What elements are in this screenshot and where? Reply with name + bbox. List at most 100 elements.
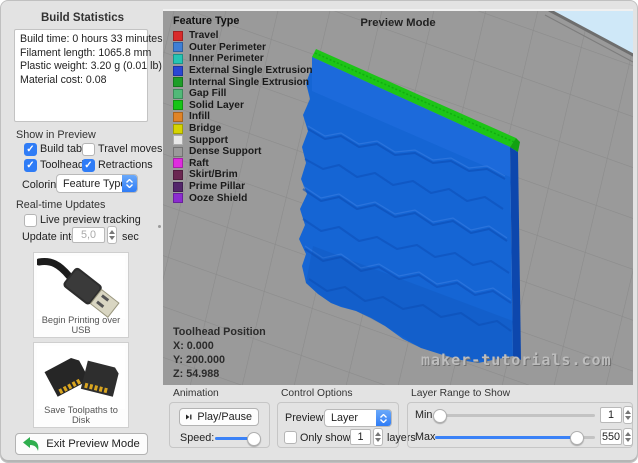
toolhead-y: Y: 200.000 — [173, 353, 266, 367]
save-toolpaths-disk-label: Save Toolpaths to Disk — [34, 405, 128, 425]
feature-type-legend: Feature Type Travel Outer Perimeter Inne… — [173, 15, 312, 204]
dropdown-chevrons-icon — [122, 175, 137, 192]
legend-swatch — [173, 170, 183, 180]
legend-item: Prime Pillar — [173, 181, 312, 193]
usb-cable-image — [37, 256, 125, 319]
checkbox-travel-moves[interactable]: ✓ — [82, 143, 95, 156]
stepper-down-icon — [625, 438, 631, 442]
exit-preview-mode-label: Exit Preview Mode — [46, 438, 140, 450]
begin-printing-usb-label: Begin Printing over USB — [34, 315, 128, 335]
bottom-bar: Animation Play/Pause Speed: Control Opti… — [163, 388, 635, 456]
legend-item: Dense Support — [173, 146, 312, 158]
legend-swatch — [173, 66, 183, 76]
stepper-up-icon — [375, 432, 381, 436]
legend-swatch — [173, 100, 183, 110]
exit-preview-mode-button[interactable]: Exit Preview Mode — [15, 433, 148, 455]
exit-arrow-icon — [23, 437, 40, 452]
build-statistics-title: Build Statistics — [9, 12, 156, 24]
sd-cards-image — [37, 346, 125, 409]
update-interval-field[interactable]: 5,0 — [72, 227, 105, 243]
save-toolpaths-disk-button[interactable]: Save Toolpaths to Disk — [33, 342, 129, 428]
stat-build-time: Build time: 0 hours 33 minutes — [20, 33, 142, 47]
only-show-label: Only show — [300, 432, 350, 444]
max-label: Max — [415, 431, 435, 443]
legend-swatch — [173, 147, 183, 157]
preview-by-dropdown[interactable]: Layer — [324, 409, 392, 427]
panel-splitter[interactable] — [156, 9, 163, 458]
checkbox-toolhead-label: Toolhead — [40, 159, 84, 171]
only-show-stepper[interactable] — [373, 428, 383, 446]
play-pause-label: Play/Pause — [197, 411, 252, 423]
legend-swatch — [173, 31, 183, 41]
app-window: Build Statistics Build time: 0 hours 33 … — [0, 0, 638, 463]
control-options-group-label: Control Options — [281, 388, 353, 399]
stepper-down-icon — [375, 438, 381, 442]
speed-slider-thumb[interactable] — [247, 432, 261, 446]
legend-title: Feature Type — [173, 15, 312, 27]
checkbox-build-table[interactable]: ✓ — [24, 143, 37, 156]
legend-item: Gap Fill — [173, 88, 312, 100]
speed-slider[interactable] — [215, 437, 259, 440]
speed-label: Speed: — [180, 432, 214, 444]
max-stepper[interactable] — [623, 428, 633, 446]
legend-item: Inner Perimeter — [173, 53, 312, 65]
checkbox-live-preview-tracking[interactable]: ✓ — [24, 214, 37, 227]
checkbox-travel-moves-label: Travel moves — [98, 143, 162, 155]
toolhead-position-title: Toolhead Position — [173, 325, 266, 339]
min-slider[interactable] — [435, 414, 595, 417]
begin-printing-usb-button[interactable]: Begin Printing over USB — [33, 252, 129, 338]
stat-material-cost: Material cost: 0.08 — [20, 74, 142, 88]
min-slider-thumb[interactable] — [433, 409, 447, 423]
legend-item: Solid Layer — [173, 100, 312, 112]
stepper-down-icon — [625, 416, 631, 420]
checkbox-retractions-label: Retractions — [98, 159, 153, 171]
check-icon: ✓ — [25, 144, 36, 155]
show-in-preview-label: Show in Preview — [16, 129, 96, 141]
build-statistics-box: Build time: 0 hours 33 minutes Filament … — [14, 29, 148, 122]
coloring-dropdown-value: Feature Type — [57, 178, 122, 190]
legend-item: Ooze Shield — [173, 192, 312, 204]
stepper-up-icon — [109, 230, 115, 234]
legend-swatch — [173, 182, 183, 192]
legend-item: Infill — [173, 111, 312, 123]
max-slider[interactable] — [435, 436, 595, 439]
legend-swatch — [173, 77, 183, 87]
legend-swatch — [173, 135, 183, 145]
preview-3d-viewport[interactable]: Preview Mode Feature Type Travel Outer P… — [163, 9, 633, 385]
update-interval-stepper[interactable] — [107, 226, 117, 244]
max-slider-thumb[interactable] — [570, 431, 584, 445]
check-icon: ✓ — [83, 160, 94, 171]
legend-swatch — [173, 193, 183, 203]
legend-item: Skirt/Brim — [173, 169, 312, 181]
preview-by-value: Layer — [325, 412, 376, 424]
min-stepper[interactable] — [623, 406, 633, 424]
realtime-updates-label: Real-time Updates — [16, 199, 105, 211]
play-pause-button[interactable]: Play/Pause — [179, 408, 259, 426]
toolhead-x: X: 0.000 — [173, 339, 266, 353]
stat-plastic-weight: Plastic weight: 3.20 g (0.01 lb) — [20, 60, 142, 74]
animation-group-label: Animation — [173, 388, 219, 399]
legend-swatch — [173, 124, 183, 134]
legend-swatch — [173, 112, 183, 122]
checkbox-live-preview-tracking-label: Live preview tracking — [40, 214, 141, 226]
checkbox-toolhead[interactable]: ✓ — [24, 159, 37, 172]
min-layer-field[interactable]: 1 — [600, 407, 622, 423]
legend-swatch — [173, 89, 183, 99]
min-label: Min — [415, 409, 432, 421]
legend-item: Outer Perimeter — [173, 42, 312, 54]
update-interval-unit: sec — [122, 231, 139, 243]
layer-range-group-label: Layer Range to Show — [411, 388, 510, 399]
max-layer-field[interactable]: 550 — [600, 429, 622, 445]
stepper-up-icon — [625, 410, 631, 414]
toolhead-position: Toolhead Position X: 0.000 Y: 200.000 Z:… — [173, 325, 266, 381]
legend-item: Internal Single Extrusion — [173, 76, 312, 88]
coloring-dropdown[interactable]: Feature Type — [56, 174, 138, 193]
legend-item: Raft — [173, 158, 312, 170]
checkbox-retractions[interactable]: ✓ — [82, 159, 95, 172]
stepper-down-icon — [109, 236, 115, 240]
play-pause-icon — [186, 412, 192, 422]
legend-swatch — [173, 54, 183, 64]
legend-item: External Single Extrusion — [173, 65, 312, 77]
only-show-layers-field[interactable]: 1 — [350, 429, 371, 445]
checkbox-only-show[interactable]: ✓ — [284, 431, 297, 444]
